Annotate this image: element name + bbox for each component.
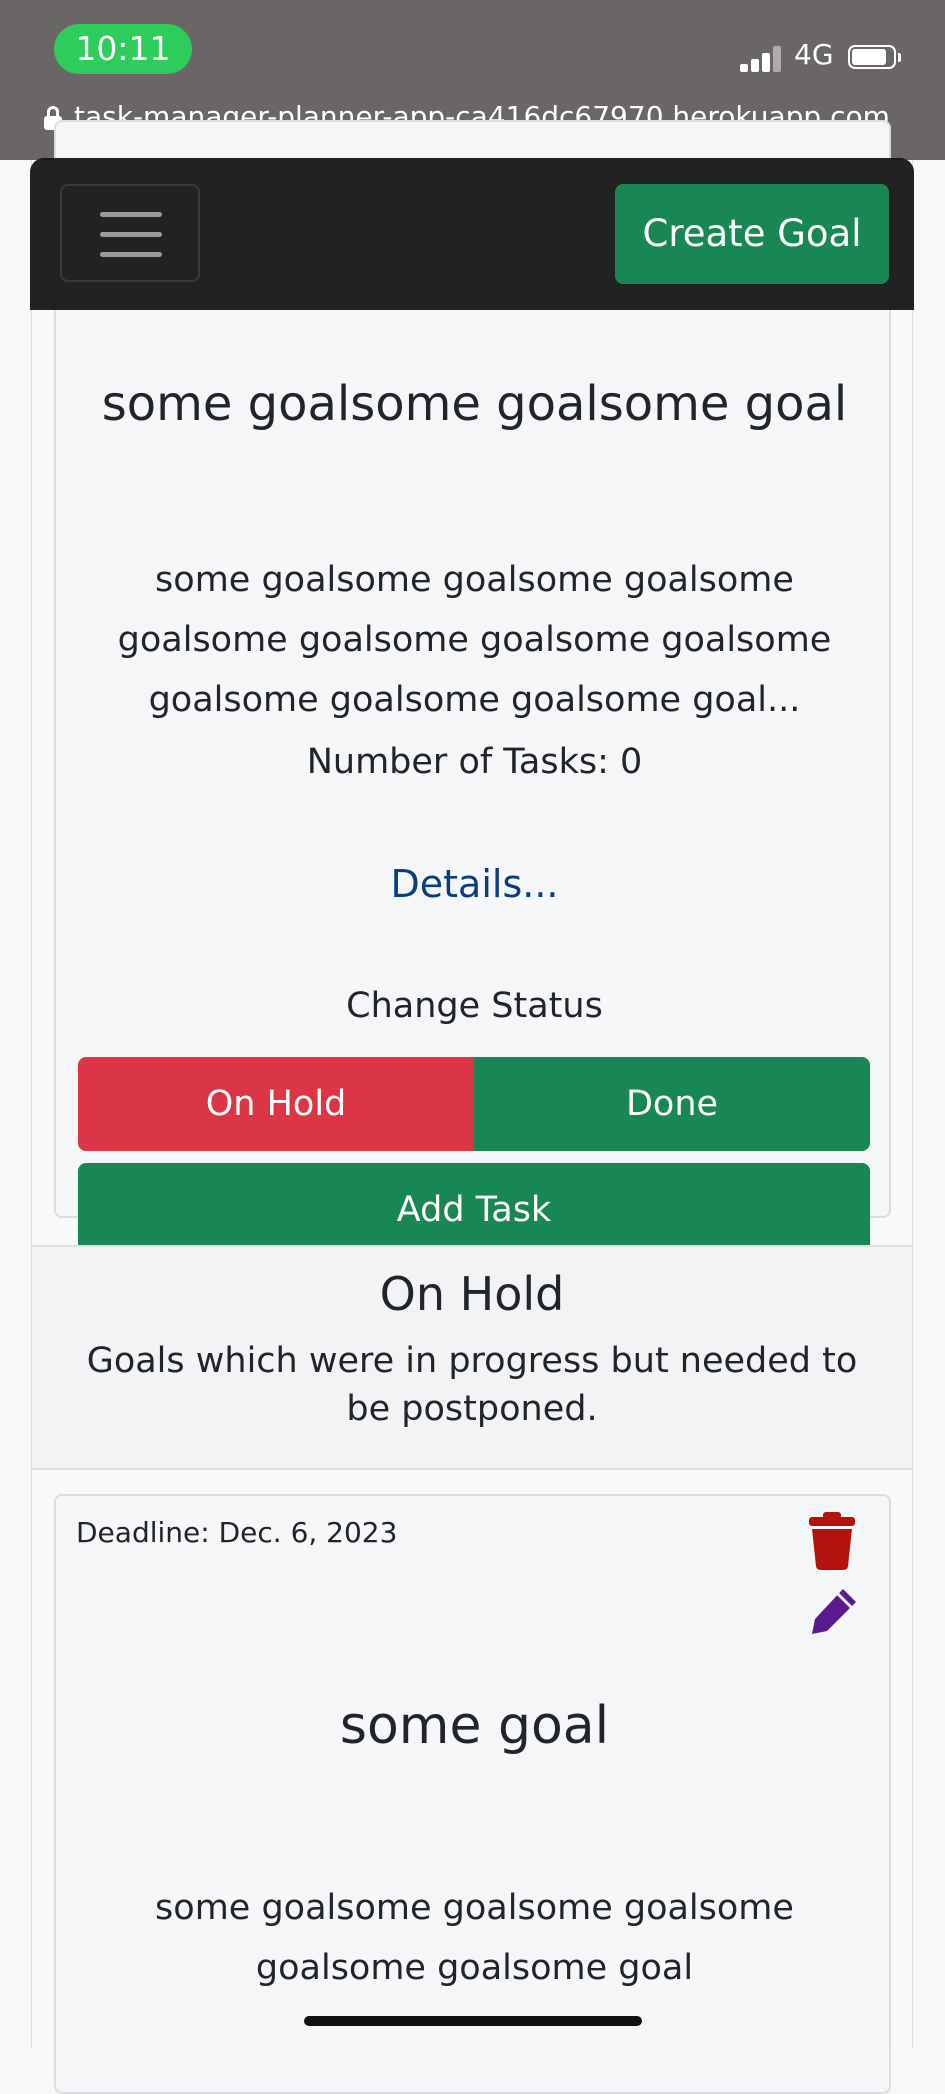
status-button-group: On Hold Done (78, 1057, 870, 1151)
goal-deadline: Deadline: Dec. 6, 2023 (76, 1516, 398, 1549)
trash-icon[interactable] (809, 1512, 855, 1570)
goal-description: some goalsome goalsome goalsome goalsome… (155, 1888, 794, 1988)
on-hold-section-header: On Hold Goals which were in progress but… (32, 1245, 912, 1470)
battery-icon (848, 45, 902, 71)
goal-description: some goalsome goalsome goalsome goalsome… (117, 560, 832, 720)
clock: 10:11 (54, 24, 192, 74)
home-indicator (304, 2016, 642, 2026)
done-button[interactable]: Done (474, 1057, 870, 1151)
navbar: Create Goal (30, 158, 914, 310)
section-description: Goals which were in progress but needed … (86, 1341, 858, 1429)
section-title: On Hold (379, 1267, 565, 1321)
network-label: 4G (794, 38, 834, 71)
signal-icon (740, 44, 786, 72)
change-status-label: Change Status (346, 986, 603, 1026)
on-hold-button[interactable]: On Hold (78, 1057, 474, 1151)
goal-card: Deadline: Dec. 6, 2023 some goal some go… (54, 1494, 891, 2094)
pencil-icon[interactable] (809, 1586, 859, 1636)
goal-title: some goalsome goalsome goal (101, 376, 848, 432)
task-count: Number of Tasks: 0 (306, 742, 643, 782)
goal-title: some goal (339, 1696, 610, 1756)
menu-toggle-button[interactable] (60, 184, 200, 282)
add-task-button[interactable]: Add Task (78, 1163, 870, 1257)
details-link[interactable]: Details... (56, 862, 893, 906)
hamburger-icon (100, 212, 162, 217)
page-container: some goalsome goalsome goal some goalsom… (31, 120, 913, 2094)
create-goal-button[interactable]: Create Goal (615, 184, 889, 284)
